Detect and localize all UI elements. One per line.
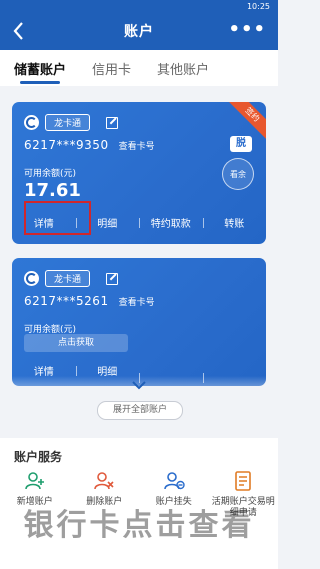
view-balance-button[interactable]: 看余: [222, 158, 254, 190]
add-user-icon: [24, 472, 44, 490]
account-card[interactable]: 签约 龙卡通 6217***9350 查看卡号 脱 可用余额(元) 17.61 …: [12, 102, 266, 244]
status-bar: 10:25: [0, 0, 278, 12]
chevron-left-icon: [13, 22, 23, 40]
chevron-down-icon[interactable]: [131, 380, 147, 390]
back-button[interactable]: [12, 19, 34, 43]
bank-logo-icon: [24, 271, 39, 286]
balance-value: 17.61: [24, 180, 81, 201]
page-title: 账户: [124, 24, 154, 40]
tab-savings[interactable]: 储蓄账户: [14, 59, 66, 86]
desensitize-badge[interactable]: 脱: [230, 136, 252, 152]
document-icon: [235, 471, 252, 491]
more-menu-button[interactable]: •••: [228, 21, 266, 39]
view-card-number-link[interactable]: 查看卡号: [119, 295, 155, 308]
tab-credit-card[interactable]: 信用卡: [92, 59, 131, 86]
card-number: 6217***9350: [24, 138, 109, 152]
account-tabs: 储蓄账户 信用卡 其他账户: [0, 50, 278, 86]
remove-user-icon: [94, 472, 114, 490]
balance-label: 可用余额(元): [24, 169, 77, 179]
tab-other-accounts[interactable]: 其他账户: [157, 59, 209, 86]
special-withdrawal-button[interactable]: 特约取款: [139, 215, 203, 230]
watermark-caption: 银行卡点击查看: [23, 508, 255, 543]
card-type-tag: 龙卡通: [45, 114, 91, 131]
card-type-tag: 龙卡通: [45, 270, 91, 287]
edit-icon[interactable]: [106, 116, 119, 129]
status-time: 10:25: [246, 1, 270, 11]
header-bar: 账户 •••: [0, 12, 278, 50]
transfer-button[interactable]: 转账: [202, 215, 267, 230]
bank-logo-icon: [24, 115, 39, 130]
card-number: 6217***5261: [24, 294, 109, 308]
edit-icon[interactable]: [106, 272, 119, 285]
expand-all-accounts-button[interactable]: 展开全部账户: [97, 401, 183, 420]
highlight-box: [24, 201, 91, 235]
fetch-balance-button[interactable]: 点击获取: [24, 334, 128, 352]
services-title: 账户服务: [14, 450, 63, 464]
lock-user-icon: [163, 472, 185, 490]
account-card[interactable]: 龙卡通 6217***5261 查看卡号 可用余额(元) 点击获取 详情 明细: [12, 258, 266, 386]
view-card-number-link[interactable]: 查看卡号: [119, 139, 155, 152]
